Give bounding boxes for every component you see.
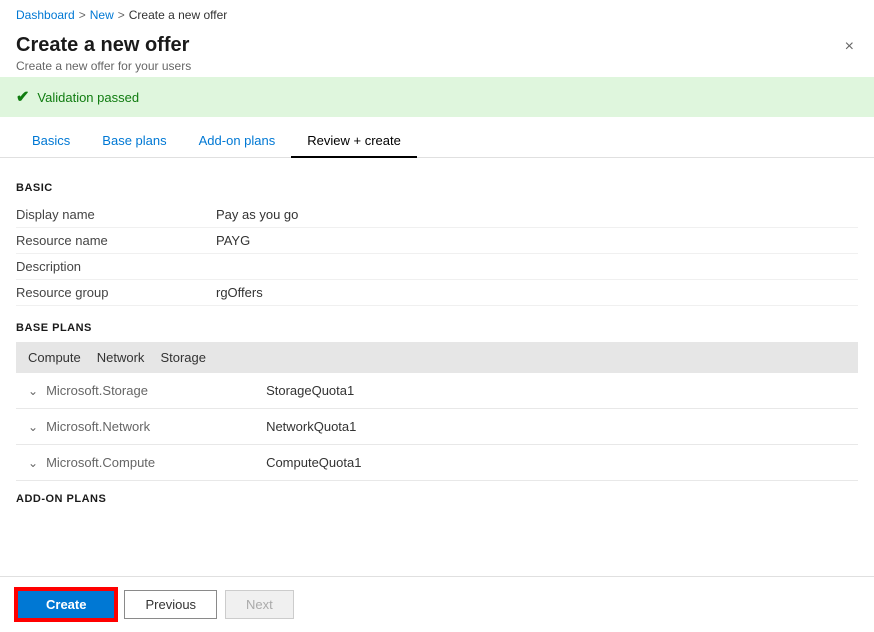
header-tab-compute: Compute <box>28 350 81 365</box>
field-value-resource-group: rgOffers <box>216 285 263 300</box>
main-content: BASIC Display name Pay as you go Resourc… <box>0 158 874 595</box>
base-plans-header-row: Compute Network Storage <box>16 342 858 373</box>
previous-button[interactable]: Previous <box>124 590 217 619</box>
chevron-compute-icon: ⌄ <box>28 456 38 470</box>
chevron-network-icon: ⌄ <box>28 420 38 434</box>
field-label-resource-group: Resource group <box>16 285 216 300</box>
section-base-plans-title: BASE PLANS <box>16 322 858 334</box>
plan-item-compute: ⌄ Microsoft.Compute ComputeQuota1 <box>16 445 858 481</box>
breadcrumb-sep-2: > <box>118 8 125 22</box>
field-value-resource-name: PAYG <box>216 233 250 248</box>
field-display-name: Display name Pay as you go <box>16 202 858 228</box>
section-addon-title: ADD-ON PLANS <box>16 493 858 505</box>
field-description: Description <box>16 254 858 280</box>
close-button[interactable]: × <box>841 34 858 60</box>
create-button[interactable]: Create <box>16 589 116 620</box>
page-title: Create a new offer <box>16 34 191 57</box>
field-label-description: Description <box>16 259 216 274</box>
field-resource-name: Resource name PAYG <box>16 228 858 254</box>
plan-item-storage: ⌄ Microsoft.Storage StorageQuota1 <box>16 373 858 409</box>
addon-plans-section: ADD-ON PLANS <box>16 493 858 505</box>
header-tab-storage: Storage <box>160 350 206 365</box>
tab-review-create[interactable]: Review + create <box>291 125 417 158</box>
header-tab-network: Network <box>97 350 145 365</box>
plan-item-network: ⌄ Microsoft.Network NetworkQuota1 <box>16 409 858 445</box>
field-value-display-name: Pay as you go <box>216 207 298 222</box>
checkmark-icon: ✔ <box>16 87 29 107</box>
breadcrumb: Dashboard > New > Create a new offer <box>0 0 874 30</box>
next-button: Next <box>225 590 294 619</box>
plan-name-compute: Microsoft.Compute <box>46 455 266 470</box>
field-resource-group: Resource group rgOffers <box>16 280 858 306</box>
plan-quota-network: NetworkQuota1 <box>266 419 356 434</box>
breadcrumb-dashboard[interactable]: Dashboard <box>16 8 75 22</box>
breadcrumb-current: Create a new offer <box>129 8 228 22</box>
tab-basics[interactable]: Basics <box>16 125 86 158</box>
tab-addon-plans[interactable]: Add-on plans <box>183 125 292 158</box>
validation-message: Validation passed <box>37 90 139 105</box>
plan-name-network: Microsoft.Network <box>46 419 266 434</box>
page-header: Create a new offer Create a new offer fo… <box>0 30 874 77</box>
section-basic-title: BASIC <box>16 182 858 194</box>
page-subtitle: Create a new offer for your users <box>16 59 191 73</box>
tab-base-plans[interactable]: Base plans <box>86 125 182 158</box>
validation-banner: ✔ Validation passed <box>0 77 874 117</box>
chevron-storage-icon: ⌄ <box>28 384 38 398</box>
header-title-block: Create a new offer Create a new offer fo… <box>16 34 191 73</box>
field-label-resource-name: Resource name <box>16 233 216 248</box>
breadcrumb-sep-1: > <box>79 8 86 22</box>
tab-bar: Basics Base plans Add-on plans Review + … <box>0 125 874 158</box>
footer-actions: Create Previous Next <box>0 576 874 632</box>
breadcrumb-new[interactable]: New <box>90 8 114 22</box>
plan-quota-compute: ComputeQuota1 <box>266 455 361 470</box>
plan-quota-storage: StorageQuota1 <box>266 383 354 398</box>
plan-name-storage: Microsoft.Storage <box>46 383 266 398</box>
field-label-display-name: Display name <box>16 207 216 222</box>
